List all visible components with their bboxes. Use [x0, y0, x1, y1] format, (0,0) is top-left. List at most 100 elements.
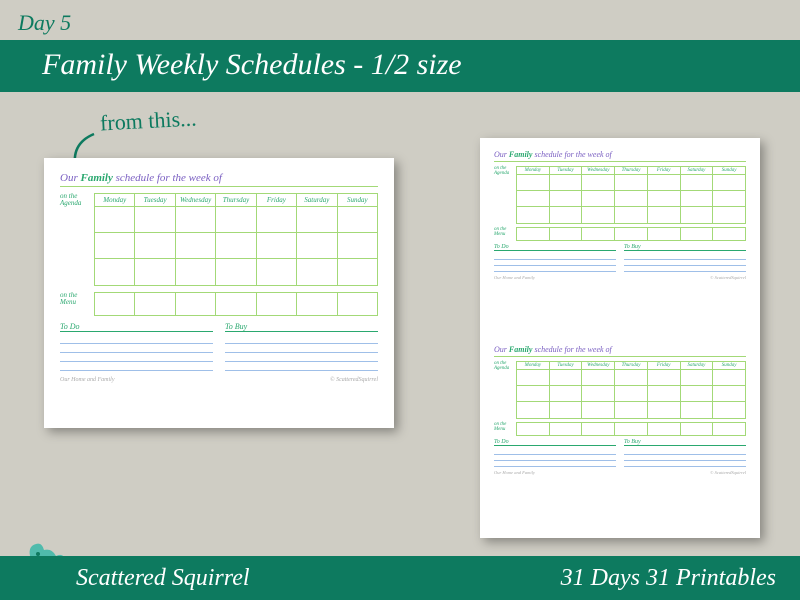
tobuy-label: To Buy [225, 322, 378, 332]
footer-left: Our Home and Family [494, 470, 535, 475]
day-header: Sunday [713, 362, 745, 370]
agenda-label: on the Agenda [60, 193, 88, 286]
day-header: Saturday [681, 362, 714, 370]
lists-section: To Do To Buy [494, 439, 746, 467]
title-prefix: Our [60, 172, 80, 184]
header: Day 5 Family Weekly Schedules - 1/2 size [0, 0, 800, 100]
agenda-row [517, 191, 745, 207]
sheet-half-size: Our Family schedule for the week of on t… [480, 138, 760, 538]
lists-section: To Do To Buy [60, 322, 378, 371]
annotation-from: from this... [99, 105, 197, 136]
list-line [60, 344, 213, 353]
agenda-row [517, 207, 745, 223]
title-suffix: schedule for the week of [532, 150, 611, 159]
day-header: Wednesday [582, 362, 615, 370]
list-line [60, 362, 213, 371]
title-family: Family [509, 345, 533, 354]
list-line [225, 335, 378, 344]
list-line [60, 335, 213, 344]
title-family: Family [80, 172, 112, 184]
agenda-label: on the Agenda [494, 166, 512, 224]
day-header: Saturday [297, 194, 337, 207]
agenda-grid: Monday Tuesday Wednesday Thursday Friday… [94, 193, 378, 286]
list-line [60, 353, 213, 362]
agenda-row [95, 233, 377, 259]
footer-left: Our Home and Family [494, 275, 535, 280]
todo-label: To Do [494, 439, 616, 446]
title-prefix: Our [494, 150, 509, 159]
lists-section: To Do To Buy [494, 244, 746, 272]
todo-column: To Do [494, 439, 616, 467]
day-header: Sunday [338, 194, 377, 207]
title-suffix: schedule for the week of [113, 172, 222, 184]
menu-label: on the Menu [494, 227, 512, 241]
sheet-title: Our Family schedule for the week of [60, 172, 378, 187]
title-suffix: schedule for the week of [532, 345, 611, 354]
agenda-row [95, 259, 377, 285]
sheet-full-size: Our Family schedule for the week of on t… [44, 158, 394, 428]
agenda-row [517, 175, 745, 191]
menu-label: on the Menu [494, 422, 512, 436]
day-header: Tuesday [550, 167, 583, 175]
todo-label: To Do [60, 322, 213, 332]
sheet-footer: Our Home and Family © ScatteredSquirrel [494, 275, 746, 280]
sheet-title: Our Family schedule for the week of [494, 345, 746, 357]
agenda-grid: MondayTuesdayWednesdayThursdayFridaySatu… [516, 166, 746, 224]
agenda-grid: MondayTuesdayWednesdayThursdayFridaySatu… [516, 361, 746, 419]
title-bar: Family Weekly Schedules - 1/2 size [0, 40, 800, 92]
list-line [225, 362, 378, 371]
todo-label: To Do [494, 244, 616, 251]
footer-right: © ScatteredSquirrel [710, 275, 746, 280]
title-family: Family [509, 150, 533, 159]
todo-column: To Do [60, 322, 213, 371]
tobuy-label: To Buy [624, 439, 746, 446]
day-header: Friday [257, 194, 297, 207]
menu-grid [516, 422, 746, 436]
day-header: Thursday [615, 362, 648, 370]
day-header: Monday [95, 194, 135, 207]
agenda-label: on the Agenda [494, 361, 512, 419]
footer-right: © ScatteredSquirrel [710, 470, 746, 475]
day-header: Tuesday [550, 362, 583, 370]
tobuy-label: To Buy [624, 244, 746, 251]
agenda-header-row: Monday Tuesday Wednesday Thursday Friday… [95, 194, 377, 207]
day-header: Monday [517, 362, 550, 370]
menu-label: on the Menu [60, 292, 88, 316]
agenda-header-row: MondayTuesdayWednesdayThursdayFridaySatu… [517, 167, 745, 175]
agenda-header-row: MondayTuesdayWednesdayThursdayFridaySatu… [517, 362, 745, 370]
day-tag: Day 5 [0, 0, 800, 36]
sheet-footer: Our Home and Family © ScatteredSquirrel [60, 377, 378, 383]
series-name: 31 Days 31 Printables [561, 565, 776, 592]
footer-right: © ScatteredSquirrel [330, 377, 378, 383]
menu-grid [94, 292, 378, 316]
day-header: Thursday [615, 167, 648, 175]
day-header: Friday [648, 167, 681, 175]
day-header: Sunday [713, 167, 745, 175]
day-header: Tuesday [135, 194, 175, 207]
footer-bar: Scattered Squirrel 31 Days 31 Printables [0, 556, 800, 600]
agenda-row [517, 402, 745, 418]
day-header: Thursday [216, 194, 256, 207]
page-title: Family Weekly Schedules - 1/2 size [42, 48, 462, 81]
day-header: Monday [517, 167, 550, 175]
day-header: Saturday [681, 167, 714, 175]
brand-name: Scattered Squirrel [76, 565, 250, 592]
tobuy-column: To Buy [225, 322, 378, 371]
day-header: Wednesday [176, 194, 216, 207]
day-header: Wednesday [582, 167, 615, 175]
tobuy-column: To Buy [624, 244, 746, 272]
agenda-row [95, 207, 377, 233]
footer-left: Our Home and Family [60, 377, 115, 383]
list-line [225, 353, 378, 362]
tobuy-column: To Buy [624, 439, 746, 467]
half-sheet-top: Our Family schedule for the week of on t… [494, 150, 746, 331]
agenda-row [517, 370, 745, 386]
title-prefix: Our [494, 345, 509, 354]
half-sheet-bottom: Our Family schedule for the week of on t… [494, 345, 746, 526]
sheet-footer: Our Home and Family © ScatteredSquirrel [494, 470, 746, 475]
day-header: Friday [648, 362, 681, 370]
menu-grid [516, 227, 746, 241]
sheet-title: Our Family schedule for the week of [494, 150, 746, 162]
todo-column: To Do [494, 244, 616, 272]
agenda-row [517, 386, 745, 402]
